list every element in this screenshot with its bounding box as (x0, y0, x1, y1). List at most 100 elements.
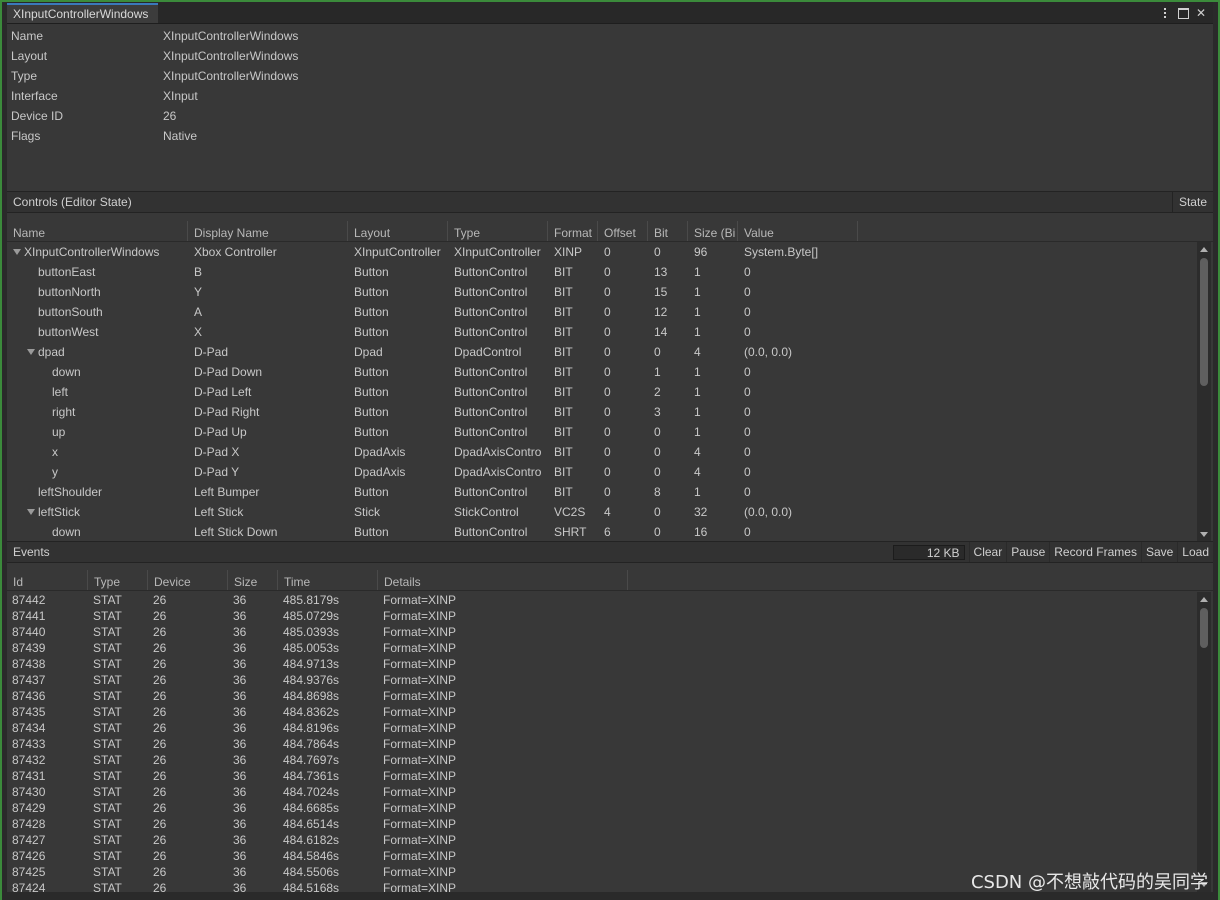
control-type-cell: DpadAxisContro (454, 445, 542, 459)
state-button[interactable]: State (1171, 192, 1213, 212)
scroll-down-icon[interactable] (1200, 532, 1208, 537)
events-column-header[interactable]: Id (7, 570, 88, 590)
event-row[interactable]: 87430 STAT 26 36 484.7024s Format=XINP (7, 784, 1199, 800)
event-row[interactable]: 87436 STAT 26 36 484.8698s Format=XINP (7, 688, 1199, 704)
control-row[interactable]: x D-Pad X DpadAxis DpadAxisContro BIT 0 0 4 0 (7, 442, 1199, 462)
event-id-cell: 87425 (12, 865, 46, 879)
control-row[interactable]: down D-Pad Down Button ButtonControl BIT 0 1 1 0 (7, 362, 1199, 382)
event-row[interactable]: 87437 STAT 26 36 484.9376s Format=XINP (7, 672, 1199, 688)
control-layout-cell: Button (354, 265, 389, 279)
control-value-cell: 0 (744, 285, 751, 299)
control-row[interactable]: left D-Pad Left Button ButtonControl BIT 0 2 1 0 (7, 382, 1199, 402)
event-row[interactable]: 87433 STAT 26 36 484.7864s Format=XINP (7, 736, 1199, 752)
maximize-icon[interactable] (1177, 6, 1189, 20)
control-row[interactable]: buttonWest X Button ButtonControl BIT 0 14 1 0 (7, 322, 1199, 342)
control-row[interactable]: dpad D-Pad Dpad DpadControl BIT 0 0 4 (0.0, 0.0) (7, 342, 1199, 362)
controls-column-header[interactable]: Layout (348, 221, 448, 241)
event-row[interactable]: 87434 STAT 26 36 484.8196s Format=XINP (7, 720, 1199, 736)
event-device-cell: 26 (153, 769, 167, 783)
expand-triangle-icon[interactable] (13, 249, 21, 255)
record-frames-button[interactable]: Record Frames (1049, 542, 1141, 562)
event-id-cell: 87430 (12, 785, 46, 799)
control-bit-cell: 12 (654, 305, 668, 319)
controls-column-header[interactable]: Value (738, 221, 858, 241)
control-row[interactable]: right D-Pad Right Button ButtonControl BIT 0 3… (7, 402, 1199, 422)
control-name: y (52, 465, 58, 479)
load-button[interactable]: Load (1177, 542, 1213, 562)
control-offset-cell: 0 (604, 345, 611, 359)
event-row[interactable]: 87426 STAT 26 36 484.5846s Format=XINP (7, 848, 1199, 864)
event-row[interactable]: 87435 STAT 26 36 484.8362s Format=XINP (7, 704, 1199, 720)
expand-triangle-icon[interactable] (27, 509, 35, 515)
control-offset-cell: 4 (604, 505, 611, 519)
controls-scrollbar[interactable] (1197, 242, 1211, 542)
control-row[interactable]: leftStick Left Stick Stick StickControl VC2S… (7, 502, 1199, 522)
event-device-cell: 26 (153, 881, 167, 892)
events-column-header[interactable]: Device (148, 570, 228, 590)
event-row[interactable]: 87439 STAT 26 36 485.0053s Format=XINP (7, 640, 1199, 656)
events-column-header[interactable]: Type (88, 570, 148, 590)
control-row[interactable]: buttonNorth Y Button ButtonControl BIT 0 15 1 0 (7, 282, 1199, 302)
scroll-up-icon[interactable] (1200, 247, 1208, 252)
control-type-cell: DpadControl (454, 345, 522, 359)
scroll-up-icon[interactable] (1200, 597, 1208, 602)
event-row[interactable]: 87432 STAT 26 36 484.7697s Format=XINP (7, 752, 1199, 768)
controls-column-header[interactable]: Type (448, 221, 548, 241)
control-bit-cell: 0 (654, 245, 661, 259)
control-offset-cell: 0 (604, 445, 611, 459)
control-layout-cell: DpadAxis (354, 465, 406, 479)
events-scroll-thumb[interactable] (1200, 608, 1208, 648)
controls-scroll-thumb[interactable] (1200, 258, 1208, 386)
control-row[interactable]: up D-Pad Up Button ButtonControl BIT 0 0 1 0 (7, 422, 1199, 442)
controls-column-header[interactable]: Display Name (188, 221, 348, 241)
events-scrollbar[interactable] (1197, 592, 1211, 892)
save-button[interactable]: Save (1140, 542, 1177, 562)
control-row[interactable]: buttonEast B Button ButtonControl BIT 0 13 1 0 (7, 262, 1199, 282)
event-row[interactable]: 87427 STAT 26 36 484.6182s Format=XINP (7, 832, 1199, 848)
clear-button[interactable]: Clear (968, 542, 1007, 562)
controls-column-header[interactable]: Bit (648, 221, 688, 241)
event-device-cell: 26 (153, 705, 167, 719)
event-row[interactable]: 87429 STAT 26 36 484.6685s Format=XINP (7, 800, 1199, 816)
event-size-cell: 36 (233, 881, 247, 892)
expand-triangle-icon[interactable] (27, 349, 35, 355)
control-row[interactable]: XInputControllerWindows Xbox Controller XI… (7, 242, 1199, 262)
control-layout-cell: Button (354, 365, 389, 379)
controls-column-header[interactable]: Name (7, 221, 188, 241)
controls-column-header[interactable]: Size (Bi (688, 221, 738, 241)
event-details-cell: Format=XINP (383, 865, 457, 879)
control-name-cell: buttonEast (27, 262, 199, 282)
events-column-header[interactable]: Details (378, 570, 628, 590)
control-row[interactable]: y D-Pad Y DpadAxis DpadAxisContro BIT 0 0 4 0 (7, 462, 1199, 482)
event-type-cell: STAT (93, 769, 122, 783)
event-id-cell: 87429 (12, 801, 46, 815)
event-time-cell: 485.8179s (283, 593, 340, 607)
control-name-cell: buttonNorth (27, 282, 199, 302)
control-row[interactable]: down Left Stick Down Button ButtonControl SH… (7, 522, 1199, 542)
event-row[interactable]: 87428 STAT 26 36 484.6514s Format=XINP (7, 816, 1199, 832)
pause-button[interactable]: Pause (1006, 542, 1049, 562)
event-time-cell: 484.6685s (283, 801, 340, 815)
events-table-header: Id Type Device Size Time Details (7, 570, 1213, 591)
kebab-menu-icon[interactable] (1159, 6, 1171, 20)
event-size-cell: 36 (233, 657, 247, 671)
tab-device[interactable]: XInputControllerWindows (7, 3, 159, 23)
event-type-cell: STAT (93, 673, 122, 687)
event-row[interactable]: 87438 STAT 26 36 484.9713s Format=XINP (7, 656, 1199, 672)
control-offset-cell: 0 (604, 485, 611, 499)
control-display-cell: Left Bumper (194, 485, 260, 499)
event-row[interactable]: 87442 STAT 26 36 485.8179s Format=XINP (7, 592, 1199, 608)
event-row[interactable]: 87440 STAT 26 36 485.0393s Format=XINP (7, 624, 1199, 640)
controls-column-header[interactable]: Offset (598, 221, 648, 241)
control-offset-cell: 0 (604, 285, 611, 299)
events-column-header[interactable]: Time (278, 570, 378, 590)
control-row[interactable]: buttonSouth A Button ButtonControl BIT 0 12 1 0 (7, 302, 1199, 322)
control-format-cell: BIT (554, 285, 573, 299)
control-row[interactable]: leftShoulder Left Bumper Button ButtonContr… (7, 482, 1199, 502)
close-icon[interactable]: ✕ (1195, 6, 1207, 20)
events-column-header[interactable]: Size (228, 570, 278, 590)
event-row[interactable]: 87431 STAT 26 36 484.7361s Format=XINP (7, 768, 1199, 784)
event-row[interactable]: 87441 STAT 26 36 485.0729s Format=XINP (7, 608, 1199, 624)
controls-section-title: Controls (Editor State) (13, 195, 132, 209)
controls-column-header[interactable]: Format (548, 221, 598, 241)
